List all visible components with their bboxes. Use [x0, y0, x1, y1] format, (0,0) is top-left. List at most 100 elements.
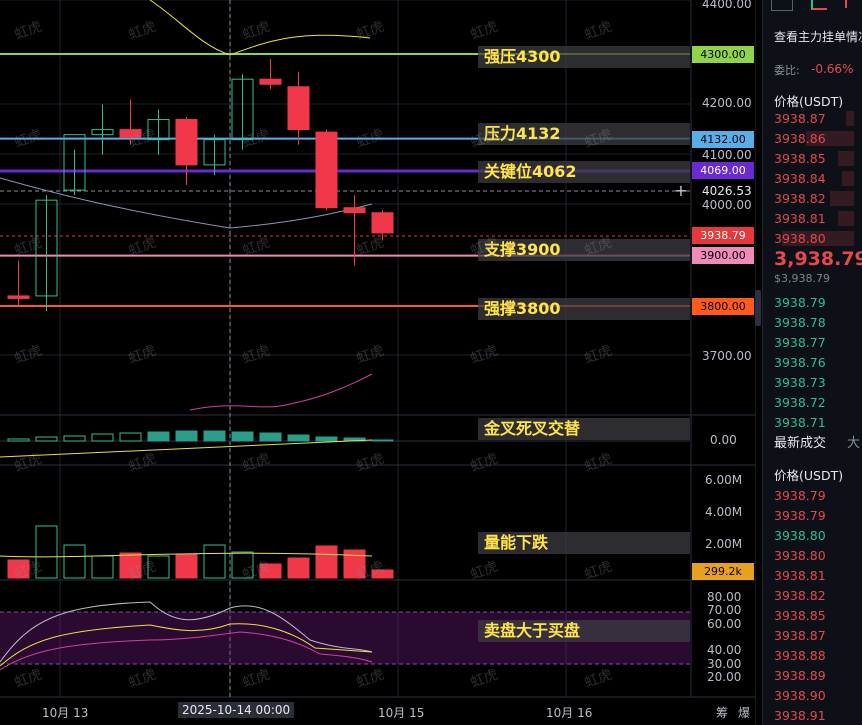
rsi-tick: 40.00 [707, 643, 742, 657]
trade-row[interactable]: 3938.87 [774, 628, 826, 643]
candle-body [119, 129, 142, 138]
volume-tick: 6.00M [705, 473, 743, 487]
candle-body [175, 119, 198, 166]
trade-row[interactable]: 3938.91 [774, 708, 826, 723]
trade-row[interactable]: 3938.79 [774, 488, 826, 503]
rsi-tick: 70.00 [707, 603, 742, 617]
candle-body [343, 207, 366, 214]
annotation-support: 支撑3900 [478, 239, 690, 261]
macd-bar [7, 438, 30, 442]
chip-distribution-button[interactable]: 筹 [716, 704, 728, 721]
candle-body [371, 212, 394, 234]
macd-bar [259, 432, 282, 442]
volume-bar [63, 544, 86, 579]
price-tag-strong-support: 3800.00 [692, 298, 754, 315]
rsi-tick: 20.00 [707, 670, 742, 684]
macd-signal-pink [189, 373, 373, 411]
tab-latest-trades[interactable]: 最新成交 [774, 432, 826, 451]
crosshair-time-label: 2025-10-14 00:00 [178, 702, 295, 718]
macd-bar [315, 436, 338, 442]
ask-row[interactable]: 3938.86 [774, 131, 854, 146]
bid-row[interactable]: 3938.73 [774, 375, 826, 390]
trading-chart[interactable] [0, 0, 756, 725]
order-book-panel: 查看主力挂单情况 委比: -0.66% 价格(USDT) 3938.87 3938… [762, 0, 862, 725]
macd-dif-line [0, 439, 373, 458]
macd-bar [35, 436, 58, 442]
last-price-usd: $3,938.79 [774, 272, 830, 285]
bid-row[interactable]: 3938.77 [774, 335, 826, 350]
annotation-volume: 量能下跌 [478, 532, 690, 554]
annotation-macd: 金叉死叉交替 [478, 418, 690, 440]
price-tick: 4100.00 [702, 148, 752, 162]
price-tag-key-level: 4069.00 [692, 162, 754, 179]
ask-row[interactable]: 3938.84 [774, 171, 854, 186]
candle-body [7, 295, 30, 299]
macd-zero-label: 0.00 [710, 433, 737, 447]
trade-row[interactable]: 3938.80 [774, 548, 826, 563]
price-tag-last-price: 3938.79 [692, 227, 754, 244]
ask-row[interactable]: 3938.81 [774, 211, 854, 226]
volume-tick: 2.00M [705, 537, 743, 551]
annotation-strong-resistance: 强压4300 [478, 46, 690, 68]
annotation-rsi: 卖盘大于买盘 [478, 620, 690, 642]
time-label: 10月 15 [378, 706, 425, 720]
bid-row[interactable]: 3938.78 [774, 315, 826, 330]
trade-row[interactable]: 3938.89 [774, 668, 826, 683]
candle-body [287, 86, 310, 131]
volume-bar [315, 545, 338, 579]
ask-row[interactable]: 3938.80 [774, 231, 854, 246]
ask-row[interactable]: 3938.87 [774, 111, 854, 126]
crosshair-price-label: 4026.53 [702, 184, 752, 198]
trade-row[interactable]: 3938.79 [774, 508, 826, 523]
bid-row[interactable]: 3938.71 [774, 415, 826, 430]
macd-bar [91, 433, 114, 442]
annotation-strong-support: 强撑3800 [478, 298, 690, 320]
liquidation-button[interactable]: 爆 [738, 704, 750, 721]
main-orders-link[interactable]: 查看主力挂单情况 [774, 28, 862, 45]
panel-resize-handle[interactable] [755, 290, 761, 326]
trade-row[interactable]: 3938.88 [774, 648, 826, 663]
trade-row[interactable]: 3938.90 [774, 688, 826, 703]
macd-bar [287, 434, 310, 442]
last-price: 3,938.79 [774, 248, 862, 270]
crosshair-add-icon[interactable]: + [672, 182, 690, 200]
trade-row[interactable]: 3938.81 [774, 568, 826, 583]
rsi-tick: 30.00 [707, 657, 742, 671]
volume-bar [175, 553, 198, 579]
volume-bar [259, 563, 282, 579]
trades-price-header: 价格(USDT) [774, 468, 844, 483]
layout-icon[interactable] [771, 0, 793, 11]
macd-bar [147, 431, 170, 442]
trade-row[interactable]: 3938.85 [774, 608, 826, 623]
volume-bar [371, 569, 394, 579]
trade-row[interactable]: 3938.80 [774, 528, 826, 543]
ma-line-yellow [149, 0, 371, 56]
macd-bar [63, 435, 86, 442]
candle-body [259, 78, 282, 85]
ask-row[interactable]: 3938.82 [774, 191, 854, 206]
volume-bar [287, 557, 310, 579]
price-tick: 4400.00 [702, 0, 752, 11]
ask-row[interactable]: 3938.85 [774, 151, 854, 166]
volume-bar [147, 555, 170, 579]
price-tick: 4200.00 [702, 96, 752, 110]
bid-row[interactable]: 3938.72 [774, 395, 826, 410]
bid-row[interactable]: 3938.79 [774, 295, 826, 310]
macd-bar [203, 430, 226, 442]
time-label: 10月 13 [42, 706, 89, 720]
weibi-value: -0.66% [811, 62, 854, 76]
annotation-resistance: 压力4132 [478, 123, 690, 145]
book-buy-sell-icon[interactable] [811, 0, 827, 10]
macd-bar [231, 431, 254, 442]
book-sell-only-icon[interactable] [845, 0, 861, 8]
price-tag-resistance: 4132.00 [692, 131, 754, 148]
rsi-tick: 60.00 [707, 617, 742, 631]
bid-row[interactable]: 3938.76 [774, 355, 826, 370]
tab-large-trades[interactable]: 大 [847, 432, 860, 451]
volume-bar [343, 549, 366, 579]
trade-row[interactable]: 3938.82 [774, 588, 826, 603]
rsi-tick: 80.00 [707, 590, 742, 604]
volume-current-tag: 299.2k [692, 563, 754, 580]
time-label: 10月 16 [546, 706, 593, 720]
price-tag-support: 3900.00 [692, 247, 754, 264]
